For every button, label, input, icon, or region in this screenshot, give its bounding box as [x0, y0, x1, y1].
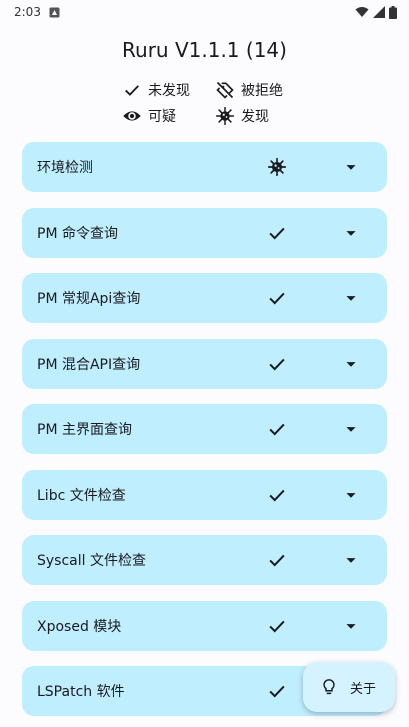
check-label: Libc 文件检查 [37, 487, 126, 504]
check-card-xposed[interactable]: Xposed 模块 [22, 600, 387, 651]
wifi-icon [355, 7, 369, 17]
legend-rejected-label: 被拒绝 [241, 83, 283, 99]
legend-found: 发现 [215, 106, 305, 126]
check-label: PM 命令查询 [37, 225, 118, 242]
notification-icon [49, 7, 60, 17]
check-card-pm-mixed-api[interactable]: PM 混合API查询 [22, 338, 387, 389]
check-label: 环境检测 [37, 160, 93, 176]
signal-icon [373, 6, 385, 18]
check-card-pm-command[interactable]: PM 命令查询 [22, 207, 387, 258]
legend-found-label: 发现 [241, 109, 269, 125]
expand-arrow-icon[interactable] [340, 418, 362, 440]
check-card-syscall[interactable]: Syscall 文件检查 [22, 535, 387, 585]
check-icon [269, 620, 285, 632]
expand-arrow-icon[interactable] [340, 549, 362, 571]
check-icon [269, 292, 285, 305]
check-label: LSPatch 软件 [37, 684, 125, 700]
check-label: PM 主界面查询 [37, 422, 132, 438]
check-card-env[interactable]: 环境检测 [22, 142, 387, 192]
eye-icon [123, 111, 141, 121]
check-icon [269, 554, 285, 567]
legend-rejected: 被拒绝 [215, 80, 305, 100]
about-label: 关于 [350, 681, 377, 697]
expand-arrow-icon[interactable] [340, 287, 362, 309]
virus-icon [267, 157, 287, 177]
battery-icon [389, 5, 397, 19]
check-icon [269, 489, 285, 501]
check-icon [125, 85, 139, 96]
block-tag-icon [216, 81, 234, 99]
check-icon [269, 227, 285, 239]
status-time: 2:03 [14, 5, 41, 19]
check-icon [269, 423, 285, 436]
check-label: PM 混合API查询 [37, 356, 141, 373]
about-button[interactable]: 关于 [303, 662, 395, 712]
check-card-pm-api[interactable]: PM 常规Api查询 [22, 273, 387, 323]
status-bar: 2:03 [0, 0, 409, 24]
lightbulb-icon [323, 679, 335, 695]
legend-suspicious: 可疑 [122, 106, 215, 126]
check-list: 环境检测 PM 命令查询 PM 常规Api查询 PM 混合API查询 PM 主界… [22, 142, 387, 727]
check-label: Xposed 模块 [37, 618, 122, 635]
legend-not-found-label: 未发现 [148, 83, 190, 99]
check-icon [269, 358, 285, 370]
check-label: Syscall 文件检查 [37, 553, 146, 569]
check-icon [269, 685, 285, 698]
app-title: Ruru V1.1.1 (14) [122, 38, 287, 62]
check-label: PM 常规Api查询 [37, 291, 141, 307]
status-legend: 未发现 被拒绝 可疑 发现 [122, 80, 302, 126]
expand-arrow-icon[interactable] [340, 156, 362, 178]
virus-icon [215, 106, 235, 126]
expand-arrow-icon[interactable] [340, 222, 362, 244]
legend-suspicious-label: 可疑 [148, 109, 176, 125]
expand-arrow-icon[interactable] [340, 484, 362, 506]
check-card-libc[interactable]: Libc 文件检查 [22, 469, 387, 520]
check-card-pm-launcher[interactable]: PM 主界面查询 [22, 404, 387, 454]
legend-not-found: 未发现 [122, 80, 215, 100]
expand-arrow-icon[interactable] [340, 353, 362, 375]
expand-arrow-icon[interactable] [340, 615, 362, 637]
